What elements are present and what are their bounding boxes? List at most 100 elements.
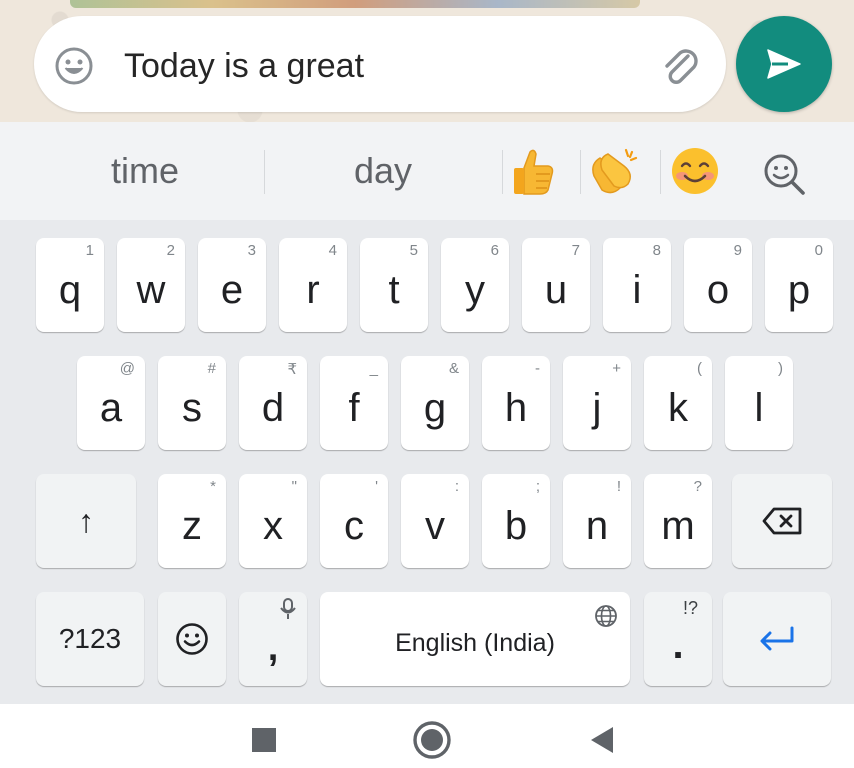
circle-icon — [413, 721, 451, 759]
key-label: k — [668, 386, 688, 430]
suggestion-divider — [264, 150, 265, 194]
key-hint: " — [291, 478, 297, 495]
enter-key[interactable] — [723, 592, 831, 686]
emoji-search-icon[interactable] — [758, 148, 810, 200]
key-label: w — [136, 268, 166, 312]
paperclip-icon[interactable] — [656, 42, 704, 90]
key-a[interactable]: @ a — [77, 356, 145, 450]
key-j[interactable]: + j — [563, 356, 631, 450]
key-z[interactable]: * z — [158, 474, 226, 568]
comma-key[interactable]: , — [239, 592, 307, 686]
key-label: s — [182, 386, 202, 430]
message-preview-strip — [70, 0, 640, 8]
square-icon — [252, 728, 276, 752]
key-hint: ₹ — [287, 361, 297, 378]
key-hint: 8 — [652, 242, 661, 259]
key-s[interactable]: # s — [158, 356, 226, 450]
suggestion-word-2[interactable]: day — [278, 122, 488, 220]
symbols-label: ?123 — [58, 623, 122, 654]
key-label: q — [58, 268, 82, 312]
key-i[interactable]: 8i — [603, 238, 671, 332]
key-o[interactable]: 9o — [684, 238, 752, 332]
suggestion-divider — [580, 150, 581, 194]
microphone-icon — [280, 598, 296, 619]
globe-icon — [595, 605, 617, 627]
thumbs-up-emoji[interactable] — [506, 144, 560, 198]
key-hint: ) — [778, 360, 783, 377]
key-u[interactable]: 7u — [522, 238, 590, 332]
period-key[interactable]: !? . — [644, 592, 712, 686]
key-hint: 7 — [571, 242, 580, 259]
enter-arrow-icon — [760, 626, 794, 651]
backspace-key[interactable] — [732, 474, 832, 568]
key-y[interactable]: 6y — [441, 238, 509, 332]
key-hint: !? — [682, 598, 698, 618]
key-label: a — [99, 386, 123, 430]
key-k[interactable]: (k — [644, 356, 712, 450]
key-label: j — [592, 386, 602, 430]
key-label: p — [787, 268, 811, 312]
key-hint: 6 — [490, 242, 499, 259]
key-q[interactable]: 1q — [36, 238, 104, 332]
send-button[interactable] — [736, 16, 832, 112]
key-label: o — [706, 268, 730, 312]
emoji-key[interactable] — [158, 592, 226, 686]
key-label: v — [425, 504, 445, 548]
smiley-face-icon — [176, 623, 208, 655]
key-hint: @ — [119, 360, 135, 377]
symbols-key[interactable]: ?123 — [36, 592, 144, 686]
key-hint: 5 — [409, 242, 418, 259]
key-m[interactable]: ? m — [644, 474, 712, 568]
space-bar[interactable]: English (India) — [320, 592, 630, 686]
key-b[interactable]: ; b — [482, 474, 550, 568]
key-hint: & — [448, 360, 459, 377]
comma-label: , — [267, 627, 279, 669]
period-label: . — [672, 623, 684, 667]
clapping-hands-emoji[interactable] — [586, 144, 640, 198]
key-label: y — [465, 268, 485, 312]
key-p[interactable]: 0p — [765, 238, 833, 332]
home-button[interactable] — [412, 720, 452, 760]
key-hint: ' — [375, 478, 378, 495]
back-button[interactable] — [582, 720, 622, 760]
message-input[interactable] — [124, 40, 644, 92]
key-n[interactable]: ! n — [563, 474, 631, 568]
key-l[interactable]: ) l — [725, 356, 793, 450]
smiley-face-icon[interactable] — [54, 46, 94, 86]
key-c[interactable]: ' c — [320, 474, 388, 568]
keyboard: 1q 2w 3e 4r 5t 6y 7u 8i 9o 0p @ a # s ₹ d _… — [0, 220, 854, 704]
key-hint: ; — [535, 478, 540, 495]
key-e[interactable]: 3e — [198, 238, 266, 332]
key-hint: 4 — [328, 242, 337, 259]
key-label: b — [504, 504, 528, 548]
key-hint: ! — [616, 478, 621, 495]
recent-apps-button[interactable] — [244, 720, 284, 760]
key-x[interactable]: " x — [239, 474, 307, 568]
suggestion-word-1[interactable]: time — [40, 122, 250, 220]
key-label: i — [632, 268, 642, 312]
key-label: l — [754, 386, 764, 430]
key-v[interactable]: :v — [401, 474, 469, 568]
space-bar-label: English (India) — [395, 628, 555, 657]
key-f[interactable]: _ f — [320, 356, 388, 450]
key-label: u — [544, 268, 568, 312]
key-d[interactable]: ₹ d — [239, 356, 307, 450]
backspace-icon — [762, 507, 802, 535]
key-r[interactable]: 4r — [279, 238, 347, 332]
suggestion-divider — [502, 150, 503, 194]
key-h[interactable]: -h — [482, 356, 550, 450]
key-label: n — [585, 504, 609, 548]
key-g[interactable]: & g — [401, 356, 469, 450]
smiling-face-emoji[interactable] — [668, 144, 722, 198]
key-label: r — [306, 268, 320, 312]
suggestion-divider — [660, 150, 661, 194]
key-label: g — [423, 386, 447, 430]
suggestion-strip: time day — [0, 122, 854, 220]
key-w[interactable]: 2w — [117, 238, 185, 332]
key-hint: * — [210, 478, 216, 495]
shift-key[interactable]: ↑ — [36, 474, 136, 568]
key-hint: 9 — [733, 242, 742, 259]
key-t[interactable]: 5t — [360, 238, 428, 332]
shift-arrow-icon: ↑ — [78, 502, 94, 539]
navigation-bar — [0, 704, 854, 768]
